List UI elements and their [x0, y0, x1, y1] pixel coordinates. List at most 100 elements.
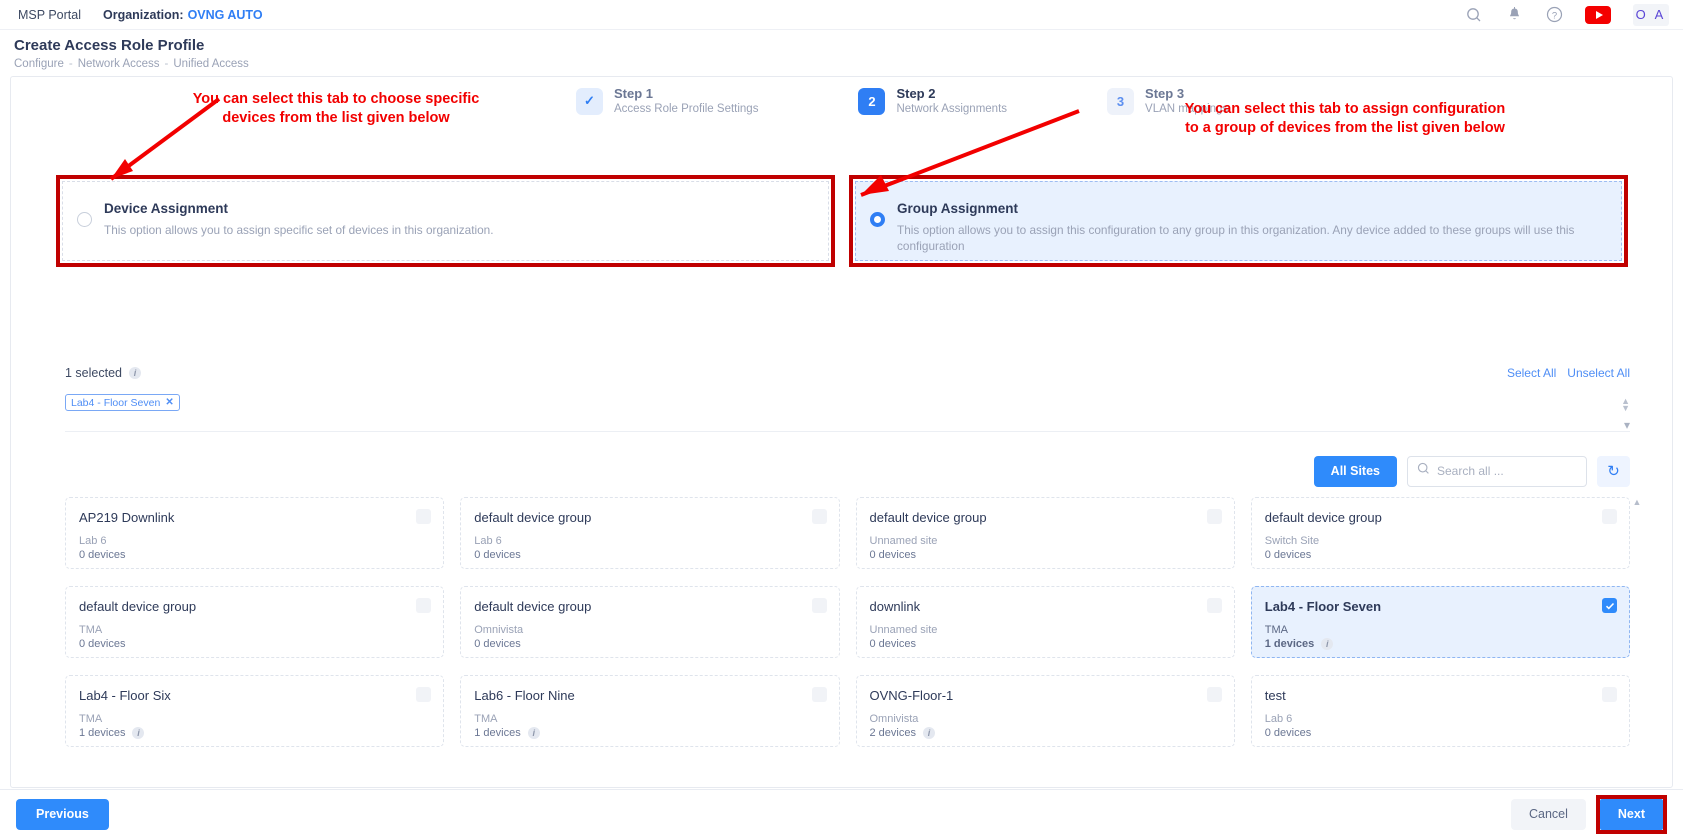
breadcrumb-separator: -: [69, 58, 73, 70]
group-assignment-radio[interactable]: [870, 212, 885, 227]
msp-portal-link[interactable]: MSP Portal: [18, 8, 81, 22]
device-group-checkbox[interactable]: [1207, 687, 1222, 702]
page-header: Create Access Role Profile Configure - N…: [0, 31, 1683, 76]
device-group-checkbox[interactable]: [812, 687, 827, 702]
device-group-card[interactable]: OVNG-Floor-1 Omnivista2 devices i: [856, 675, 1235, 747]
search-icon[interactable]: [1465, 6, 1483, 24]
device-group-name: default device group: [474, 598, 825, 615]
expand-chevron-down-icon[interactable]: ▾: [1624, 418, 1630, 432]
annotation-group-assignment: You can select this tab to assign config…: [1150, 100, 1540, 138]
device-count-label: 1 devices: [1265, 637, 1315, 651]
info-icon[interactable]: i: [923, 727, 935, 739]
breadcrumb-item-configure[interactable]: Configure: [14, 58, 64, 70]
device-group-checkbox[interactable]: [1602, 687, 1617, 702]
unselect-all-link[interactable]: Unselect All: [1567, 366, 1630, 380]
device-count-label: 0 devices: [1265, 726, 1311, 740]
device-group-card[interactable]: testLab 60 devices: [1251, 675, 1630, 747]
device-group-card[interactable]: default device groupLab 60 devices: [460, 497, 839, 569]
device-group-checkbox[interactable]: [1602, 509, 1617, 524]
next-button[interactable]: Next: [1600, 799, 1663, 830]
next-button-highlight: Next: [1596, 795, 1667, 834]
device-group-device-count: 0 devices: [1265, 548, 1616, 562]
device-group-device-count: 2 devices i: [870, 726, 1221, 740]
device-group-card[interactable]: default device groupOmnivista0 devices: [460, 586, 839, 658]
cancel-button[interactable]: Cancel: [1511, 799, 1586, 830]
chip-label: Lab4 - Floor Seven: [71, 397, 160, 409]
device-group-card[interactable]: Lab6 - Floor NineTMA1 devicesi: [460, 675, 839, 747]
selection-bar: 1 selected i Select All Unselect All: [65, 362, 1630, 384]
info-icon[interactable]: i: [132, 727, 144, 739]
device-group-name: OVNG-Floor-1: [870, 687, 1221, 704]
device-group-site: TMA: [474, 712, 825, 726]
bell-icon[interactable]: [1505, 6, 1523, 24]
device-assignment-description: This option allows you to assign specifi…: [104, 222, 494, 238]
step-1[interactable]: ✓ Step 1 Access Role Profile Settings: [576, 86, 758, 117]
chips-scroll-arrows[interactable]: ▲ ▼: [1621, 394, 1630, 412]
chip-lab4-floor-seven[interactable]: Lab4 - Floor Seven ✕: [65, 394, 180, 411]
breadcrumb-item-unified-access[interactable]: Unified Access: [173, 58, 248, 70]
device-group-checkbox[interactable]: [416, 687, 431, 702]
device-group-device-count: 1 devicesi: [79, 726, 430, 740]
app-root: MSP Portal Organization:OVNG AUTO ? O A …: [0, 0, 1683, 838]
device-count-label: 0 devices: [870, 637, 916, 651]
device-group-checkbox[interactable]: [1207, 509, 1222, 524]
device-group-checkbox[interactable]: [416, 509, 431, 524]
all-sites-button[interactable]: All Sites: [1314, 456, 1397, 487]
device-group-card[interactable]: Lab4 - Floor SevenTMA1 devicesi: [1251, 586, 1630, 658]
step-1-badge: ✓: [576, 88, 603, 115]
selected-count: 1 selected: [65, 366, 122, 380]
scroll-up-icon[interactable]: ▲: [1633, 497, 1642, 507]
device-count-label: 0 devices: [79, 637, 125, 651]
step-3-badge: 3: [1107, 88, 1134, 115]
device-groups-grid: AP219 DownlinkLab 60 devicesdefault devi…: [65, 497, 1630, 747]
device-group-card[interactable]: AP219 DownlinkLab 60 devices: [65, 497, 444, 569]
device-group-card[interactable]: default device groupUnnamed site0 device…: [856, 497, 1235, 569]
svg-text:?: ?: [1551, 10, 1556, 21]
info-icon[interactable]: i: [1321, 638, 1333, 650]
step-2[interactable]: 2 Step 2 Network Assignments: [858, 86, 1007, 117]
device-group-checkbox[interactable]: [812, 509, 827, 524]
device-group-name: default device group: [870, 509, 1221, 526]
group-assignment-option[interactable]: Group Assignment This option allows you …: [855, 181, 1622, 261]
organization-selector[interactable]: Organization:OVNG AUTO: [103, 8, 263, 22]
page-title: Create Access Role Profile: [14, 37, 1683, 54]
device-group-name: Lab4 - Floor Seven: [1265, 598, 1616, 615]
refresh-button[interactable]: ↻: [1597, 456, 1630, 487]
device-assignment-option[interactable]: Device Assignment This option allows you…: [62, 181, 829, 261]
search-box[interactable]: [1407, 456, 1587, 487]
device-group-site: TMA: [79, 712, 430, 726]
youtube-icon[interactable]: [1585, 6, 1611, 24]
device-group-card[interactable]: default device groupTMA0 devices: [65, 586, 444, 658]
info-icon[interactable]: i: [129, 367, 141, 379]
device-group-checkbox[interactable]: [416, 598, 431, 613]
device-group-card[interactable]: default device groupSwitch Site0 devices: [1251, 497, 1630, 569]
info-icon[interactable]: i: [528, 727, 540, 739]
device-group-device-count: 0 devices: [870, 637, 1221, 651]
device-group-card[interactable]: downlinkUnnamed site0 devices: [856, 586, 1235, 658]
device-group-site: Omnivista: [870, 712, 1221, 726]
avatar[interactable]: O A: [1633, 4, 1669, 26]
breadcrumb-item-network-access[interactable]: Network Access: [78, 58, 160, 70]
device-group-checkbox[interactable]: [812, 598, 827, 613]
previous-button[interactable]: Previous: [16, 799, 109, 830]
device-group-card[interactable]: Lab4 - Floor Six TMA1 devicesi: [65, 675, 444, 747]
chip-remove-icon[interactable]: ✕: [165, 397, 173, 408]
search-input[interactable]: [1437, 464, 1577, 478]
device-group-device-count: 0 devices: [1265, 726, 1616, 740]
grid-scrollbar[interactable]: ▲ ▼: [1632, 497, 1642, 802]
help-icon[interactable]: ?: [1545, 6, 1563, 24]
device-group-device-count: 0 devices: [474, 637, 825, 651]
device-group-name: Lab4 - Floor Six: [79, 687, 430, 704]
device-group-site: Switch Site: [1265, 534, 1616, 548]
annotation-device-assignment: You can select this tab to choose specif…: [176, 90, 496, 128]
device-count-label: 2 devices: [870, 726, 916, 740]
device-group-site: Unnamed site: [870, 623, 1221, 637]
device-group-checkbox[interactable]: [1207, 598, 1222, 613]
device-group-checkbox[interactable]: [1602, 598, 1617, 613]
step-1-subtitle: Access Role Profile Settings: [614, 102, 758, 117]
breadcrumb: Configure - Network Access - Unified Acc…: [14, 58, 1683, 70]
select-all-link[interactable]: Select All: [1507, 366, 1556, 380]
device-group-device-count: 0 devices: [474, 548, 825, 562]
device-count-label: 0 devices: [474, 548, 520, 562]
device-assignment-radio[interactable]: [77, 212, 92, 227]
